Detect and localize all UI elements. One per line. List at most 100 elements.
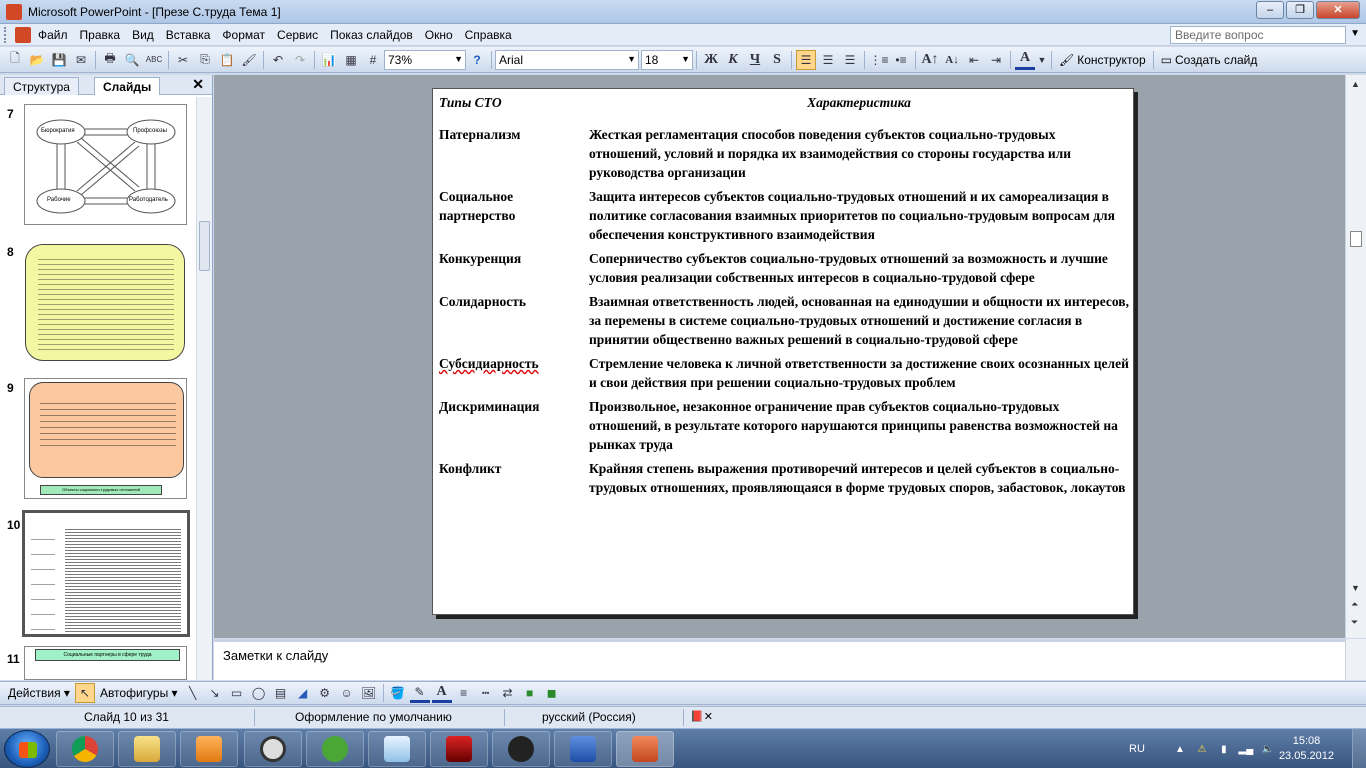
format-painter-icon[interactable]: 🖌 [239, 50, 259, 70]
menu-help[interactable]: Справка [459, 26, 518, 44]
taskbar-app[interactable] [492, 731, 550, 767]
increase-indent-icon[interactable]: ⇥ [986, 50, 1006, 70]
scroll-down-icon[interactable]: ▼ [1351, 583, 1360, 593]
slide-thumb-11[interactable]: Социальные партнеры в сфере труда [24, 646, 187, 680]
increase-font-icon[interactable]: A↑ [920, 50, 940, 70]
permission-icon[interactable]: ✉ [71, 50, 91, 70]
slides-pane-scrollbar[interactable] [196, 97, 212, 680]
taskbar-notepad[interactable] [368, 731, 426, 767]
notes-scrollbar[interactable] [1345, 639, 1366, 680]
wordart-icon[interactable]: ◢ [293, 683, 313, 703]
taskbar-game[interactable] [430, 731, 488, 767]
taskbar-powerpoint[interactable] [616, 731, 674, 767]
font-color-icon[interactable]: A [431, 683, 452, 703]
menu-tools[interactable]: Сервис [271, 26, 324, 44]
slide-thumb-8[interactable] [24, 242, 187, 363]
autoshapes-menu[interactable]: Автофигуры ▾ [96, 686, 182, 700]
open-folder-icon[interactable]: 📂 [27, 50, 47, 70]
close-button[interactable]: ✕ [1316, 1, 1360, 19]
maximize-button[interactable]: ❐ [1286, 1, 1314, 19]
menu-format[interactable]: Формат [216, 26, 271, 44]
copy-icon[interactable]: ⎘ [195, 50, 215, 70]
battery-icon[interactable]: ▮ [1217, 742, 1231, 756]
align-left-icon[interactable]: ☰ [796, 49, 816, 70]
taskbar-utorrent[interactable] [306, 731, 364, 767]
undo-icon[interactable]: ↶ [268, 50, 288, 70]
align-center-icon[interactable]: ☰ [818, 50, 838, 70]
font-color-icon[interactable]: A [1015, 50, 1035, 70]
oval-icon[interactable]: ◯ [249, 683, 269, 703]
warning-icon[interactable]: ⚠ [1195, 742, 1209, 756]
zoom-select[interactable]: 73% ▼ [384, 49, 466, 70]
print-icon[interactable]: 🖶 [100, 50, 120, 70]
menu-view[interactable]: Вид [126, 26, 160, 44]
designer-button[interactable]: 🖌 Конструктор [1055, 53, 1150, 67]
scrollbar-thumb[interactable] [199, 221, 210, 271]
menu-window[interactable]: Окно [419, 26, 459, 44]
italic-button[interactable]: К [723, 50, 743, 70]
shadow-style-icon[interactable]: ■ [520, 683, 540, 703]
insert-chart-icon[interactable]: 📊 [319, 50, 339, 70]
arrow-icon[interactable]: ↘ [205, 683, 225, 703]
scrollbar-thumb[interactable] [1350, 231, 1362, 247]
textbox-icon[interactable]: ▤ [271, 683, 291, 703]
current-slide[interactable]: Типы СТО Характеристика Патернализм Жест… [432, 88, 1134, 615]
scroll-up-icon[interactable]: ▲ [1351, 79, 1360, 89]
bulleted-list-icon[interactable]: •≡ [891, 50, 911, 70]
clipart-icon[interactable]: ☺ [337, 683, 357, 703]
underline-button[interactable]: Ч [745, 50, 765, 70]
previous-slide-icon[interactable]: ⏶ [1351, 599, 1358, 610]
print-preview-icon[interactable]: 🔍 [122, 50, 142, 70]
cut-icon[interactable]: ✂ [173, 50, 193, 70]
language-indicator[interactable]: RU [1129, 743, 1145, 755]
close-icon[interactable]: ✕ [192, 76, 204, 93]
taskbar-chrome[interactable] [56, 731, 114, 767]
align-right-icon[interactable]: ☰ [840, 50, 860, 70]
paste-icon[interactable]: 📋 [217, 50, 237, 70]
line-icon[interactable]: ╲ [183, 683, 203, 703]
font-name-select[interactable]: Arial ▼ [495, 49, 639, 70]
show-grid-icon[interactable]: # [363, 50, 383, 70]
menu-slideshow[interactable]: Показ слайдов [324, 26, 419, 44]
taskbar-word[interactable] [554, 731, 612, 767]
redo-icon[interactable]: ↷ [290, 50, 310, 70]
tab-outline[interactable]: Структура [4, 77, 79, 95]
tab-slides[interactable]: Слайды [94, 77, 161, 95]
picture-icon[interactable]: 🖼 [359, 683, 379, 703]
line-style-icon[interactable]: ≡ [454, 683, 474, 703]
help-icon[interactable]: ? [467, 50, 487, 70]
taskbar-clock-app[interactable] [244, 731, 302, 767]
volume-icon[interactable]: 🔈 [1261, 742, 1275, 756]
shadow-button[interactable]: S [767, 50, 787, 70]
menu-edit[interactable]: Правка [74, 26, 127, 44]
clock[interactable]: 15:08 23.05.2012 [1279, 734, 1334, 764]
notes-pane[interactable]: Заметки к слайду [214, 639, 1345, 680]
minimize-button[interactable]: – [1256, 1, 1284, 19]
show-desktop-button[interactable] [1352, 729, 1366, 768]
diagram-icon[interactable]: ⚙ [315, 683, 335, 703]
rectangle-icon[interactable]: ▭ [227, 683, 247, 703]
document-menu-icon[interactable] [15, 26, 31, 43]
decrease-indent-icon[interactable]: ⇤ [964, 50, 984, 70]
select-pointer-icon[interactable]: ↖ [74, 683, 95, 703]
numbered-list-icon[interactable]: ⋮≡ [869, 50, 889, 70]
taskbar-explorer[interactable] [118, 731, 176, 767]
slide-thumb-9[interactable]: Объекты социально-трудовых отношений [24, 378, 187, 499]
network-icon[interactable]: ▂▄ [1239, 742, 1254, 756]
chevron-down-icon[interactable]: ▼ [1037, 50, 1047, 70]
start-button[interactable] [4, 730, 50, 768]
save-icon[interactable]: 💾 [49, 50, 69, 70]
spelling-icon[interactable]: ABC [144, 50, 164, 70]
menu-file[interactable]: Файл [32, 26, 74, 44]
taskbar-media-player[interactable] [180, 731, 238, 767]
font-size-select[interactable]: 18 ▼ [641, 49, 693, 70]
slide-thumb-7[interactable]: Бюрократия Профсоюзы Рабочие Работодател… [24, 104, 187, 225]
menu-insert[interactable]: Вставка [160, 26, 217, 44]
slide-thumb-10[interactable] [22, 510, 190, 637]
decrease-font-icon[interactable]: A↓ [942, 50, 962, 70]
slide-vertical-scrollbar[interactable]: ▲ ▼ ⏶ ⏷ [1345, 75, 1366, 638]
fill-color-icon[interactable]: 🪣 [388, 683, 408, 703]
spelling-status-icon[interactable]: 📕✕ [690, 710, 713, 723]
new-slide-button[interactable]: ▭ Создать слайд [1157, 53, 1262, 67]
chevron-down-icon[interactable]: ▼ [1350, 28, 1360, 39]
